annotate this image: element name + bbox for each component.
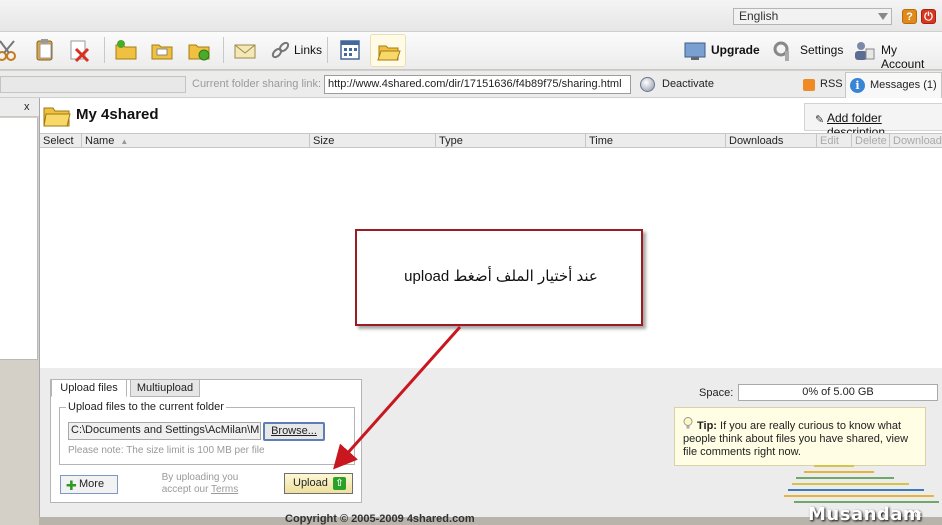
column-download: Download: [893, 135, 942, 147]
language-value: English: [739, 9, 779, 23]
terms-notice: By uploading you accept our Terms: [160, 472, 240, 496]
space-label: Space:: [699, 387, 734, 399]
column-delete: Delete: [852, 134, 890, 148]
browse-button[interactable]: Browse...: [263, 422, 325, 441]
column-time[interactable]: Time: [586, 134, 726, 148]
sharing-bar: Current folder sharing link: http://www.…: [0, 71, 942, 98]
terms-line-1: By uploading you: [161, 472, 239, 483]
delete-icon[interactable]: [66, 37, 92, 63]
folder-open-icon: [377, 45, 401, 61]
toolbar-active-item[interactable]: [370, 34, 406, 67]
more-button[interactable]: ✚ More: [60, 475, 118, 494]
terms-link[interactable]: Terms: [211, 484, 238, 495]
pencil-icon: ✎: [815, 114, 825, 126]
settings-label[interactable]: Settings: [800, 43, 843, 57]
rss-link[interactable]: RSS: [820, 78, 843, 90]
rss-icon[interactable]: [803, 79, 815, 91]
new-folder-icon[interactable]: [113, 37, 139, 63]
upload-panel: Upload files Multiupload Upload files to…: [50, 379, 362, 503]
sharing-link-field[interactable]: http://www.4shared.com/dir/17151636/f4b8…: [324, 75, 631, 94]
watermark-graphic: [784, 465, 939, 503]
copyright-text: Copyright © 2005-2009 4shared.com: [285, 513, 475, 525]
account-label[interactable]: My Account: [881, 43, 942, 71]
tab-upload-files[interactable]: Upload files: [51, 379, 127, 397]
left-search-field[interactable]: [0, 76, 186, 93]
upgrade-label[interactable]: Upgrade: [711, 43, 760, 57]
musandam-watermark: Musandam .net: [784, 462, 942, 525]
upload-button[interactable]: Upload ⇧: [284, 473, 353, 494]
upload-fieldset: Upload files to the current folder C:\Do…: [59, 401, 355, 465]
tab-multiupload[interactable]: Multiupload: [130, 379, 200, 397]
info-icon: i: [850, 78, 865, 93]
tip-label: Tip:: [697, 420, 717, 432]
email-icon[interactable]: [232, 37, 258, 63]
more-label: More: [79, 478, 105, 490]
toolbar-separator: [327, 37, 328, 63]
left-panel: x: [0, 98, 39, 517]
deactivate-link[interactable]: Deactivate: [662, 78, 714, 90]
messages-tab[interactable]: i Messages (1): [845, 72, 942, 98]
file-list-header: My 4shared ✎ Add folder description: [40, 98, 942, 139]
callout-text: عند أختيار الملف أضغط upload: [404, 268, 598, 285]
file-path-field[interactable]: C:\Documents and Settings\AcMilan\M: [68, 422, 261, 440]
column-select[interactable]: Select: [40, 134, 82, 148]
arrow-up-icon: ⇧: [333, 477, 346, 490]
sharing-link-label: Current folder sharing link:: [192, 78, 322, 90]
column-size[interactable]: Size: [310, 134, 436, 148]
tip-box: Tip: If you are really curious to know w…: [674, 407, 926, 466]
toolbar-separator: [223, 37, 224, 63]
space-usage-bar: 0% of 5.00 GB: [738, 384, 938, 401]
size-limit-note: Please note: The size limit is 100 MB pe…: [68, 445, 265, 456]
messages-label: Messages (1): [870, 79, 937, 91]
calendar-icon[interactable]: [337, 37, 363, 63]
folder-tree[interactable]: [0, 118, 38, 360]
folder-move-icon[interactable]: [149, 37, 175, 63]
power-icon[interactable]: ⏻: [921, 9, 936, 24]
plus-icon: ✚: [66, 478, 77, 493]
upgrade-icon[interactable]: [682, 37, 708, 63]
scissors-icon[interactable]: [0, 37, 20, 63]
page-title: My 4shared: [76, 106, 159, 123]
upload-label: Upload: [293, 477, 328, 489]
tip-text: If you are really curious to know what p…: [683, 420, 909, 458]
question-icon[interactable]: ?: [902, 9, 917, 24]
column-edit: Edit: [817, 134, 852, 148]
paste-icon[interactable]: [32, 37, 58, 63]
deactivate-icon[interactable]: [640, 77, 655, 92]
terms-line-2: accept our: [161, 484, 209, 495]
folder-icon: [43, 107, 71, 127]
folder-settings-icon[interactable]: [186, 37, 212, 63]
column-name-label: Name: [85, 135, 115, 147]
links-label[interactable]: Links: [294, 43, 322, 57]
sort-asc-icon: ▲: [120, 137, 129, 146]
watermark-sub: .net: [908, 510, 922, 519]
toolbar: Links Upgrade Settings My Account: [0, 32, 942, 71]
chevron-down-icon: [878, 13, 888, 20]
links-icon[interactable]: [268, 37, 294, 63]
column-type[interactable]: Type: [436, 134, 586, 148]
left-panel-header: x: [0, 98, 39, 117]
table-header: Select Name ▲ Size Type Time Downloads E…: [40, 133, 942, 148]
toolbar-separator: [104, 37, 105, 63]
account-icon[interactable]: [851, 37, 877, 63]
add-description-box: ✎ Add folder description: [804, 103, 942, 139]
instruction-callout: عند أختيار الملف أضغط upload: [355, 229, 643, 326]
lightbulb-icon: [683, 417, 693, 429]
watermark-text: Musandam: [808, 504, 923, 525]
top-bar: English ? ⏻: [0, 0, 942, 32]
close-icon[interactable]: x: [24, 101, 30, 113]
settings-icon[interactable]: [770, 37, 796, 63]
upload-legend: Upload files to the current folder: [66, 401, 226, 413]
column-name[interactable]: Name ▲: [82, 134, 310, 148]
column-downloads[interactable]: Downloads: [726, 134, 817, 148]
language-select[interactable]: English: [733, 8, 892, 25]
